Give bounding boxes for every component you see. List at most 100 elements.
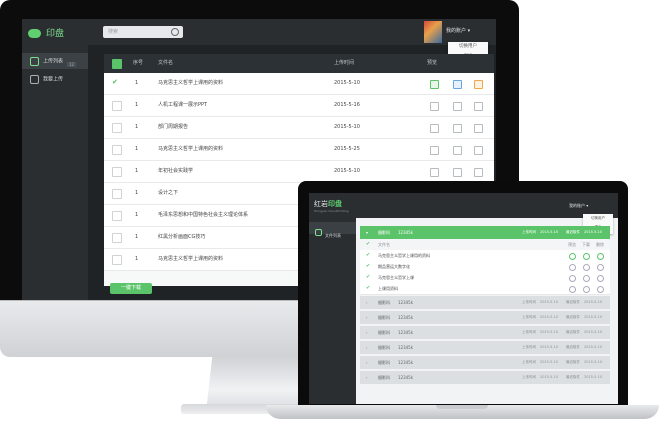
print-deadline-date: 2015-5-10 (584, 315, 603, 319)
file-name: 毛泽东思想和中国特色社会主义理论体系 (158, 212, 249, 218)
row-checkbox[interactable] (112, 101, 122, 111)
row-checkbox[interactable] (112, 233, 122, 243)
upload-date: 2015-5-10 (540, 300, 559, 304)
preview-icon[interactable] (430, 124, 439, 133)
sidebar-item-upload[interactable]: 我要上传 (22, 71, 88, 87)
print-deadline-date: 2015-5-10 (584, 230, 603, 234)
search-placeholder: 搜索 (108, 29, 119, 35)
row-checkbox[interactable] (112, 167, 122, 177)
print-deadline-label: 最迟取件 (566, 375, 580, 379)
group-id: 12345k (398, 330, 414, 335)
delete-icon[interactable] (597, 253, 604, 260)
preview-icon[interactable] (569, 286, 576, 293)
delete-icon[interactable] (597, 286, 604, 293)
expand-icon[interactable]: › (366, 326, 368, 339)
print-deadline-date: 2015-5-10 (584, 330, 603, 334)
group-name: 摄影科 (378, 230, 390, 235)
sidebar-item-label: 上传列表 (43, 58, 64, 65)
download-icon[interactable] (453, 168, 462, 177)
avatar[interactable] (424, 21, 442, 43)
row-checkbox[interactable] (112, 189, 122, 199)
mb-sidebar-item-file-list[interactable]: 文件列表 (309, 222, 356, 238)
file-name: 马克思主义哲学上课 (378, 275, 414, 280)
row-checkbox[interactable] (112, 255, 122, 265)
expand-icon[interactable]: ▾ (366, 226, 368, 239)
delete-icon[interactable] (474, 168, 483, 177)
download-icon[interactable] (453, 102, 462, 111)
print-deadline-label: 最迟取件 (566, 330, 580, 334)
file-name: 红黑分析画面CG技巧 (158, 234, 206, 240)
delete-icon[interactable] (474, 102, 483, 111)
preview-icon[interactable] (569, 275, 576, 282)
preview-icon[interactable] (430, 80, 439, 89)
sidebar-item-upload-list[interactable]: 上传列表 12 (22, 53, 88, 69)
print-deadline-date: 2015-5-10 (584, 345, 603, 349)
expand-icon[interactable]: › (366, 341, 368, 354)
expand-icon[interactable]: › (366, 296, 368, 309)
col-header-filename: 文件名 (158, 60, 174, 66)
preview-icon[interactable] (430, 102, 439, 111)
delete-icon[interactable] (474, 146, 483, 155)
row-checkbox[interactable] (112, 145, 122, 155)
mb-brand-part-a: 红岩 (314, 200, 328, 208)
download-icon[interactable] (583, 264, 590, 271)
download-icon[interactable] (583, 253, 590, 260)
select-all-check-icon[interactable]: ✔ (366, 239, 370, 250)
search-icon[interactable] (171, 28, 179, 36)
upload-time-label: 上传时间 (522, 315, 536, 319)
check-icon[interactable]: ✔ (112, 78, 118, 86)
expand-icon[interactable]: › (366, 371, 368, 384)
col-header-filename: 文件名 (378, 242, 390, 247)
print-deadline-label: 最迟取件 (566, 300, 580, 304)
row-check-icon[interactable]: ✔ (366, 283, 370, 294)
download-icon[interactable] (583, 275, 590, 282)
row-number: 1 (135, 212, 139, 218)
mb-account-menu-toggle[interactable]: 我的账户 ▾ (569, 203, 588, 209)
row-check-icon[interactable]: ✔ (366, 272, 370, 283)
row-checkbox[interactable] (112, 211, 122, 221)
download-icon[interactable] (453, 124, 462, 133)
row-number: 1 (135, 102, 139, 108)
download-icon[interactable] (453, 80, 462, 89)
file-name: 部门周期报告 (158, 124, 189, 130)
apple-logo-icon (250, 318, 268, 338)
print-deadline-date: 2015-5-10 (584, 375, 603, 379)
mb-menu-item-switch-user[interactable]: 切换用户 (583, 214, 613, 223)
group-name: 摄影科 (378, 300, 390, 305)
delete-icon[interactable] (597, 264, 604, 271)
file-name: 上课用资料 (378, 286, 398, 291)
group-id: 12345k (398, 360, 414, 365)
row-check-icon[interactable]: ✔ (366, 261, 370, 272)
col-header-preview: 预览 (427, 60, 438, 66)
mb-brand-subtitle: Hongyan CloudPrinting (314, 209, 349, 213)
delete-icon[interactable] (597, 275, 604, 282)
row-number: 1 (135, 124, 139, 130)
row-number: 1 (135, 168, 139, 174)
preview-icon[interactable] (430, 146, 439, 155)
delete-icon[interactable] (474, 80, 483, 89)
upload-date: 2015-5-10 (540, 315, 559, 319)
row-number: 1 (135, 146, 139, 152)
download-icon[interactable] (453, 146, 462, 155)
expand-icon[interactable]: › (366, 311, 368, 324)
group-name: 摄影科 (378, 330, 390, 335)
preview-icon[interactable] (430, 168, 439, 177)
download-all-button[interactable]: 一键下载 (110, 283, 152, 294)
preview-icon[interactable] (569, 253, 576, 260)
print-deadline-label: 最迟取件 (566, 345, 580, 349)
row-checkbox[interactable] (112, 123, 122, 133)
select-all-checkbox[interactable] (112, 59, 122, 69)
account-menu-toggle[interactable]: 我的账户 ▾ (446, 27, 470, 34)
delete-icon[interactable] (474, 124, 483, 133)
group-id: 12345k (398, 230, 414, 235)
upload-icon (30, 75, 39, 84)
download-icon[interactable] (583, 286, 590, 293)
preview-icon[interactable] (569, 264, 576, 271)
row-check-icon[interactable]: ✔ (366, 250, 370, 261)
upload-time-label: 上传时间 (522, 375, 536, 379)
expand-icon[interactable]: › (366, 356, 368, 369)
menu-item-switch-user[interactable]: 切换用户 (448, 42, 488, 52)
upload-time: 2015-5-10 (334, 168, 360, 174)
upload-date: 2015-5-10 (540, 345, 559, 349)
sidebar-item-label: 我要上传 (43, 76, 64, 83)
